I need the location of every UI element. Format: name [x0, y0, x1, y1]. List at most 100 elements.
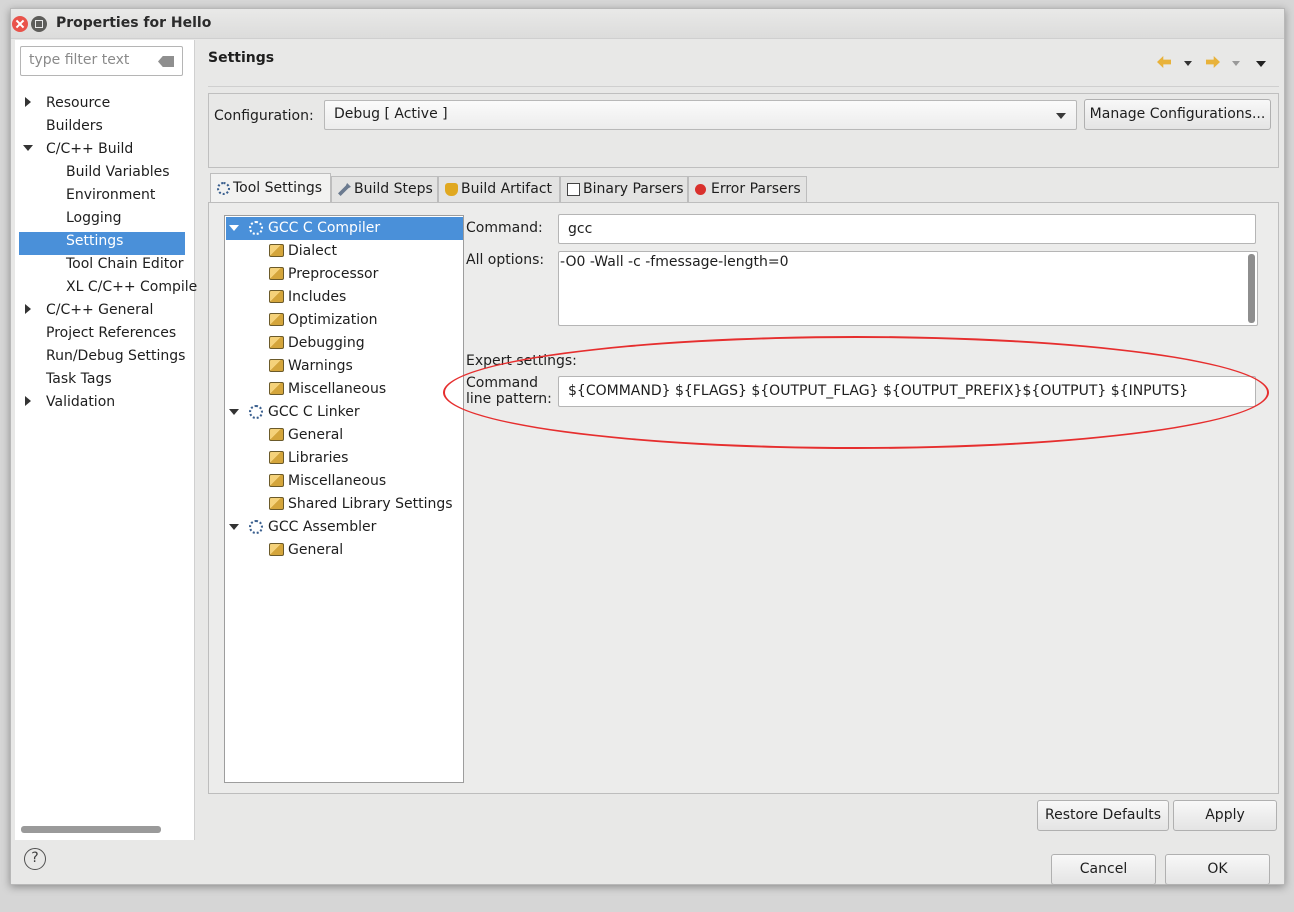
filter-placeholder: type filter text	[29, 52, 130, 68]
tree-item-gcc-assembler[interactable]: GCC Assembler	[268, 516, 376, 539]
collapse-arrow-icon[interactable]	[23, 145, 33, 151]
collapse-arrow-icon[interactable]	[229, 524, 239, 530]
properties-dialog: Properties for Hello type filter text Re…	[10, 8, 1285, 885]
tab-label: Tool Settings	[233, 180, 323, 196]
nav-item-cpp-build[interactable]: C/C++ Build	[46, 138, 133, 161]
collapse-arrow-icon[interactable]	[229, 409, 239, 415]
tab-error-parsers[interactable]: Error Parsers	[688, 176, 807, 202]
nav-item-task-tags[interactable]: Task Tags	[46, 368, 112, 391]
view-menu-icon[interactable]	[1256, 61, 1266, 67]
option-category-icon	[269, 451, 284, 464]
tab-build-steps[interactable]: Build Steps	[331, 176, 438, 202]
forward-arrow-icon[interactable]	[1206, 56, 1220, 68]
option-category-icon	[269, 290, 284, 303]
nav-item-run-debug-settings[interactable]: Run/Debug Settings	[46, 345, 185, 368]
tool-settings-icon	[217, 182, 230, 195]
annotation-ellipse	[443, 336, 1269, 449]
property-page-tree: type filter text Resource Builders C/C++…	[15, 40, 197, 840]
nav-item-project-references[interactable]: Project References	[46, 322, 176, 345]
assembler-tool-icon	[249, 520, 263, 534]
nav-item-environment[interactable]: Environment	[66, 184, 155, 207]
nav-item-settings[interactable]: Settings	[66, 230, 123, 253]
command-input[interactable]: gcc	[558, 214, 1256, 244]
command-label: Command:	[466, 220, 543, 236]
page-title: Settings	[208, 50, 275, 66]
restore-defaults-button[interactable]: Restore Defaults	[1037, 800, 1169, 831]
tree-item-general[interactable]: General	[288, 424, 343, 447]
nav-item-tool-chain-editor[interactable]: Tool Chain Editor	[66, 253, 184, 276]
chevron-down-icon	[1056, 113, 1066, 119]
option-category-icon	[269, 336, 284, 349]
option-category-icon	[269, 474, 284, 487]
configuration-select[interactable]: Debug [ Active ]	[324, 100, 1077, 130]
header-separator	[208, 86, 1279, 87]
option-category-icon	[269, 313, 284, 326]
clear-filter-icon[interactable]	[158, 56, 174, 67]
configuration-group: Configuration: Debug [ Active ] Manage C…	[208, 93, 1279, 168]
manage-configurations-button[interactable]: Manage Configurations...	[1084, 99, 1271, 130]
nav-item-cpp-general[interactable]: C/C++ General	[46, 299, 153, 322]
option-category-icon	[269, 244, 284, 257]
binary-parsers-icon	[567, 183, 580, 196]
expand-arrow-icon[interactable]	[25, 304, 31, 314]
title-bar: Properties for Hello	[11, 9, 1284, 39]
tab-label: Build Steps	[354, 181, 433, 197]
tree-item-miscellaneous[interactable]: Miscellaneous	[288, 470, 386, 493]
back-dropdown-icon[interactable]	[1184, 61, 1192, 66]
tab-build-artifact[interactable]: Build Artifact	[438, 176, 560, 202]
build-artifact-icon	[445, 183, 458, 196]
all-options-textarea[interactable]: -O0 -Wall -c -fmessage-length=0	[558, 251, 1258, 326]
option-category-icon	[269, 543, 284, 556]
tree-item-shared-library-settings[interactable]: Shared Library Settings	[288, 493, 453, 516]
option-category-icon	[269, 359, 284, 372]
tree-item-optimization[interactable]: Optimization	[288, 309, 378, 332]
collapse-arrow-icon[interactable]	[229, 225, 239, 231]
configuration-value: Debug [ Active ]	[334, 106, 448, 122]
tab-tool-settings[interactable]: Tool Settings	[210, 173, 331, 203]
apply-button[interactable]: Apply	[1173, 800, 1277, 831]
expand-arrow-icon[interactable]	[25, 396, 31, 406]
tree-item-preprocessor[interactable]: Preprocessor	[288, 263, 378, 286]
nav-item-xl-compile[interactable]: XL C/C++ Compile	[66, 276, 197, 299]
compiler-tool-icon	[249, 221, 263, 235]
tab-label: Build Artifact	[461, 181, 552, 197]
option-category-icon	[269, 267, 284, 280]
tab-binary-parsers[interactable]: Binary Parsers	[560, 176, 688, 202]
tree-item-general[interactable]: General	[288, 539, 343, 562]
vertical-scrollbar[interactable]	[1248, 254, 1255, 323]
help-icon[interactable]: ?	[24, 848, 46, 870]
ok-button[interactable]: OK	[1165, 854, 1270, 885]
tab-label: Binary Parsers	[583, 181, 684, 197]
tree-item-warnings[interactable]: Warnings	[288, 355, 353, 378]
nav-item-resource[interactable]: Resource	[46, 92, 110, 115]
tree-item-gcc-c-linker[interactable]: GCC C Linker	[268, 401, 360, 424]
configuration-label: Configuration:	[214, 108, 314, 124]
window-title: Properties for Hello	[56, 15, 212, 31]
filter-input[interactable]: type filter text	[20, 46, 183, 76]
tree-item-libraries[interactable]: Libraries	[288, 447, 348, 470]
tree-item-miscellaneous[interactable]: Miscellaneous	[288, 378, 386, 401]
error-parsers-icon	[695, 184, 706, 195]
option-category-icon	[269, 382, 284, 395]
all-options-label: All options:	[466, 252, 545, 268]
build-steps-icon	[338, 183, 351, 196]
tree-item-gcc-c-compiler[interactable]: GCC C Compiler	[268, 217, 380, 240]
tree-item-debugging[interactable]: Debugging	[288, 332, 365, 355]
nav-item-validation[interactable]: Validation	[46, 391, 115, 414]
nav-item-builders[interactable]: Builders	[46, 115, 103, 138]
nav-item-logging[interactable]: Logging	[66, 207, 122, 230]
tree-item-includes[interactable]: Includes	[288, 286, 346, 309]
all-options-value: -O0 -Wall -c -fmessage-length=0	[560, 254, 789, 270]
linker-tool-icon	[249, 405, 263, 419]
nav-item-build-variables[interactable]: Build Variables	[66, 161, 170, 184]
option-category-icon	[269, 428, 284, 441]
back-arrow-icon[interactable]	[1157, 56, 1171, 68]
tree-item-dialect[interactable]: Dialect	[288, 240, 337, 263]
close-window-button[interactable]	[12, 16, 28, 32]
option-category-icon	[269, 497, 284, 510]
expand-arrow-icon[interactable]	[25, 97, 31, 107]
forward-dropdown-icon[interactable]	[1232, 61, 1240, 66]
horizontal-scrollbar[interactable]	[21, 826, 161, 833]
maximize-window-button[interactable]	[31, 16, 47, 32]
cancel-button[interactable]: Cancel	[1051, 854, 1156, 885]
